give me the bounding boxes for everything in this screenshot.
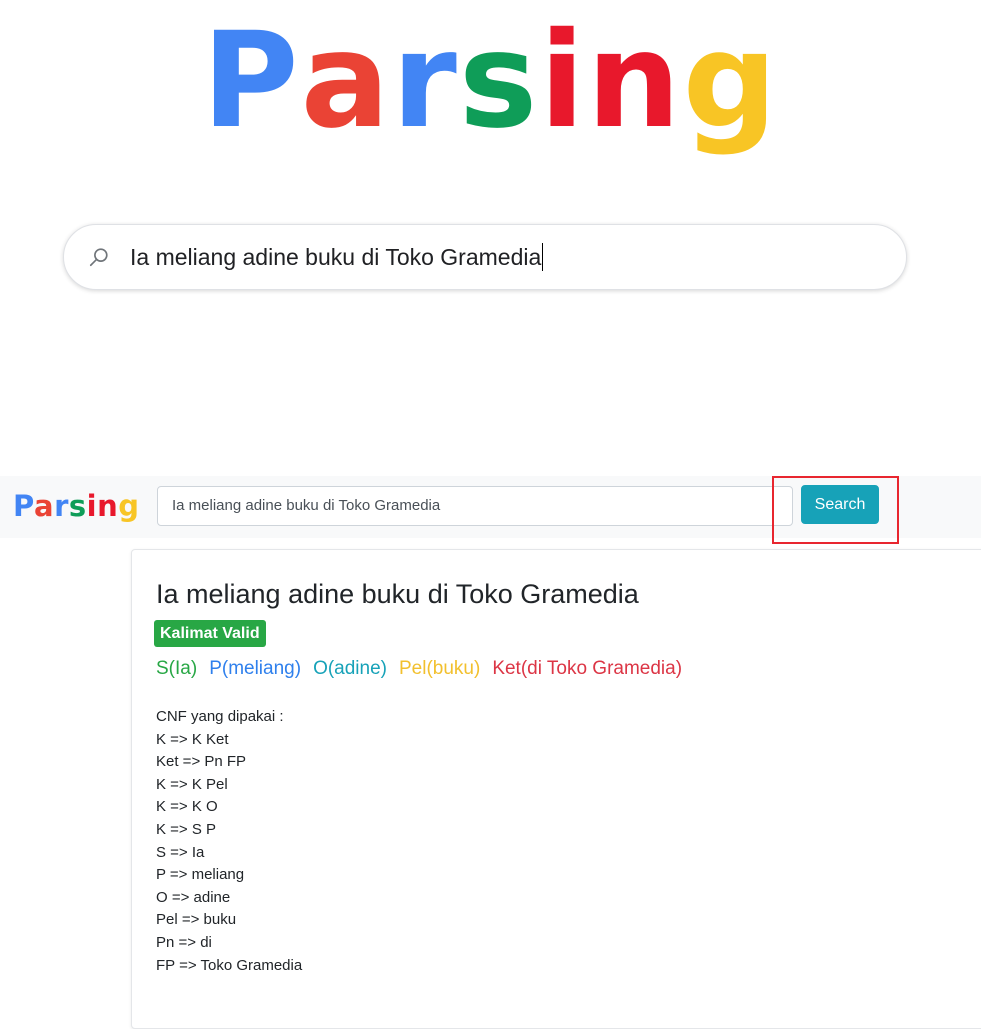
- hero-search-box[interactable]: Ia meliang adine buku di Toko Gramedia: [63, 224, 907, 290]
- role-predicate: P(meliang): [209, 658, 302, 679]
- cnf-rule: Pel => buku: [156, 911, 237, 929]
- role-complement: Pel(buku): [398, 658, 481, 679]
- role-subject: S(Ia): [156, 658, 198, 679]
- navbar-search-input[interactable]: Ia meliang adine buku di Toko Gramedia: [157, 486, 793, 526]
- brand-letter: a: [33, 489, 55, 523]
- cnf-rule: K => K Pel: [156, 775, 228, 793]
- cnf-rule: O => adine: [156, 888, 231, 906]
- hero-search-input[interactable]: Ia meliang adine buku di Toko Gramedia: [130, 243, 544, 271]
- hero-logo: Parsing: [0, 6, 981, 156]
- cnf-rule: FP => Toko Gramedia: [156, 956, 303, 974]
- brand-letter: i: [86, 489, 98, 523]
- cnf-rule: Ket => Pn FP: [156, 753, 247, 771]
- role-adverbial: Ket(di Toko Gramedia): [492, 658, 683, 679]
- cnf-rule: K => K O: [156, 798, 218, 816]
- brand-letter: s: [68, 489, 87, 523]
- logo-letter: n: [586, 4, 683, 158]
- cnf-rule: S => Ia: [156, 843, 205, 861]
- search-button[interactable]: Search: [801, 485, 879, 524]
- cnf-rule: P => meliang: [156, 866, 245, 884]
- cnf-rule: K => S P: [156, 820, 217, 838]
- brand-letter: P: [13, 489, 34, 523]
- result-title: Ia meliang adine buku di Toko Gramedia: [156, 579, 639, 609]
- cnf-heading: CNF yang dipakai :: [156, 708, 284, 725]
- cnf-rules: CNF yang dipakai : K => K Ket Ket => Pn …: [156, 706, 302, 977]
- brand-letter: n: [97, 489, 119, 523]
- logo-letter: a: [300, 4, 392, 158]
- logo-letter: g: [682, 4, 780, 158]
- navbar-brand[interactable]: Parsing: [13, 486, 140, 526]
- logo-letter: s: [458, 4, 540, 158]
- brand-letter: g: [118, 489, 140, 523]
- brand-letter: r: [54, 489, 69, 523]
- status-badge: Kalimat Valid: [154, 620, 266, 647]
- cnf-rule: K => K Ket: [156, 730, 229, 748]
- role-object: O(adine): [313, 658, 387, 679]
- sentence-roles: S(Ia) P(meliang) O(adine) Pel(buku) Ket(di T…: [156, 656, 694, 682]
- result-card: Ia meliang adine buku di Toko Gramedia K…: [131, 549, 981, 1029]
- logo-letter: r: [391, 4, 459, 158]
- logo-letter: i: [539, 4, 587, 158]
- logo-letter: P: [201, 4, 301, 158]
- cnf-rule: Pn => di: [156, 933, 212, 951]
- navbar: Parsing Ia meliang adine buku di Toko Gr…: [0, 476, 981, 538]
- search-icon: [89, 248, 108, 267]
